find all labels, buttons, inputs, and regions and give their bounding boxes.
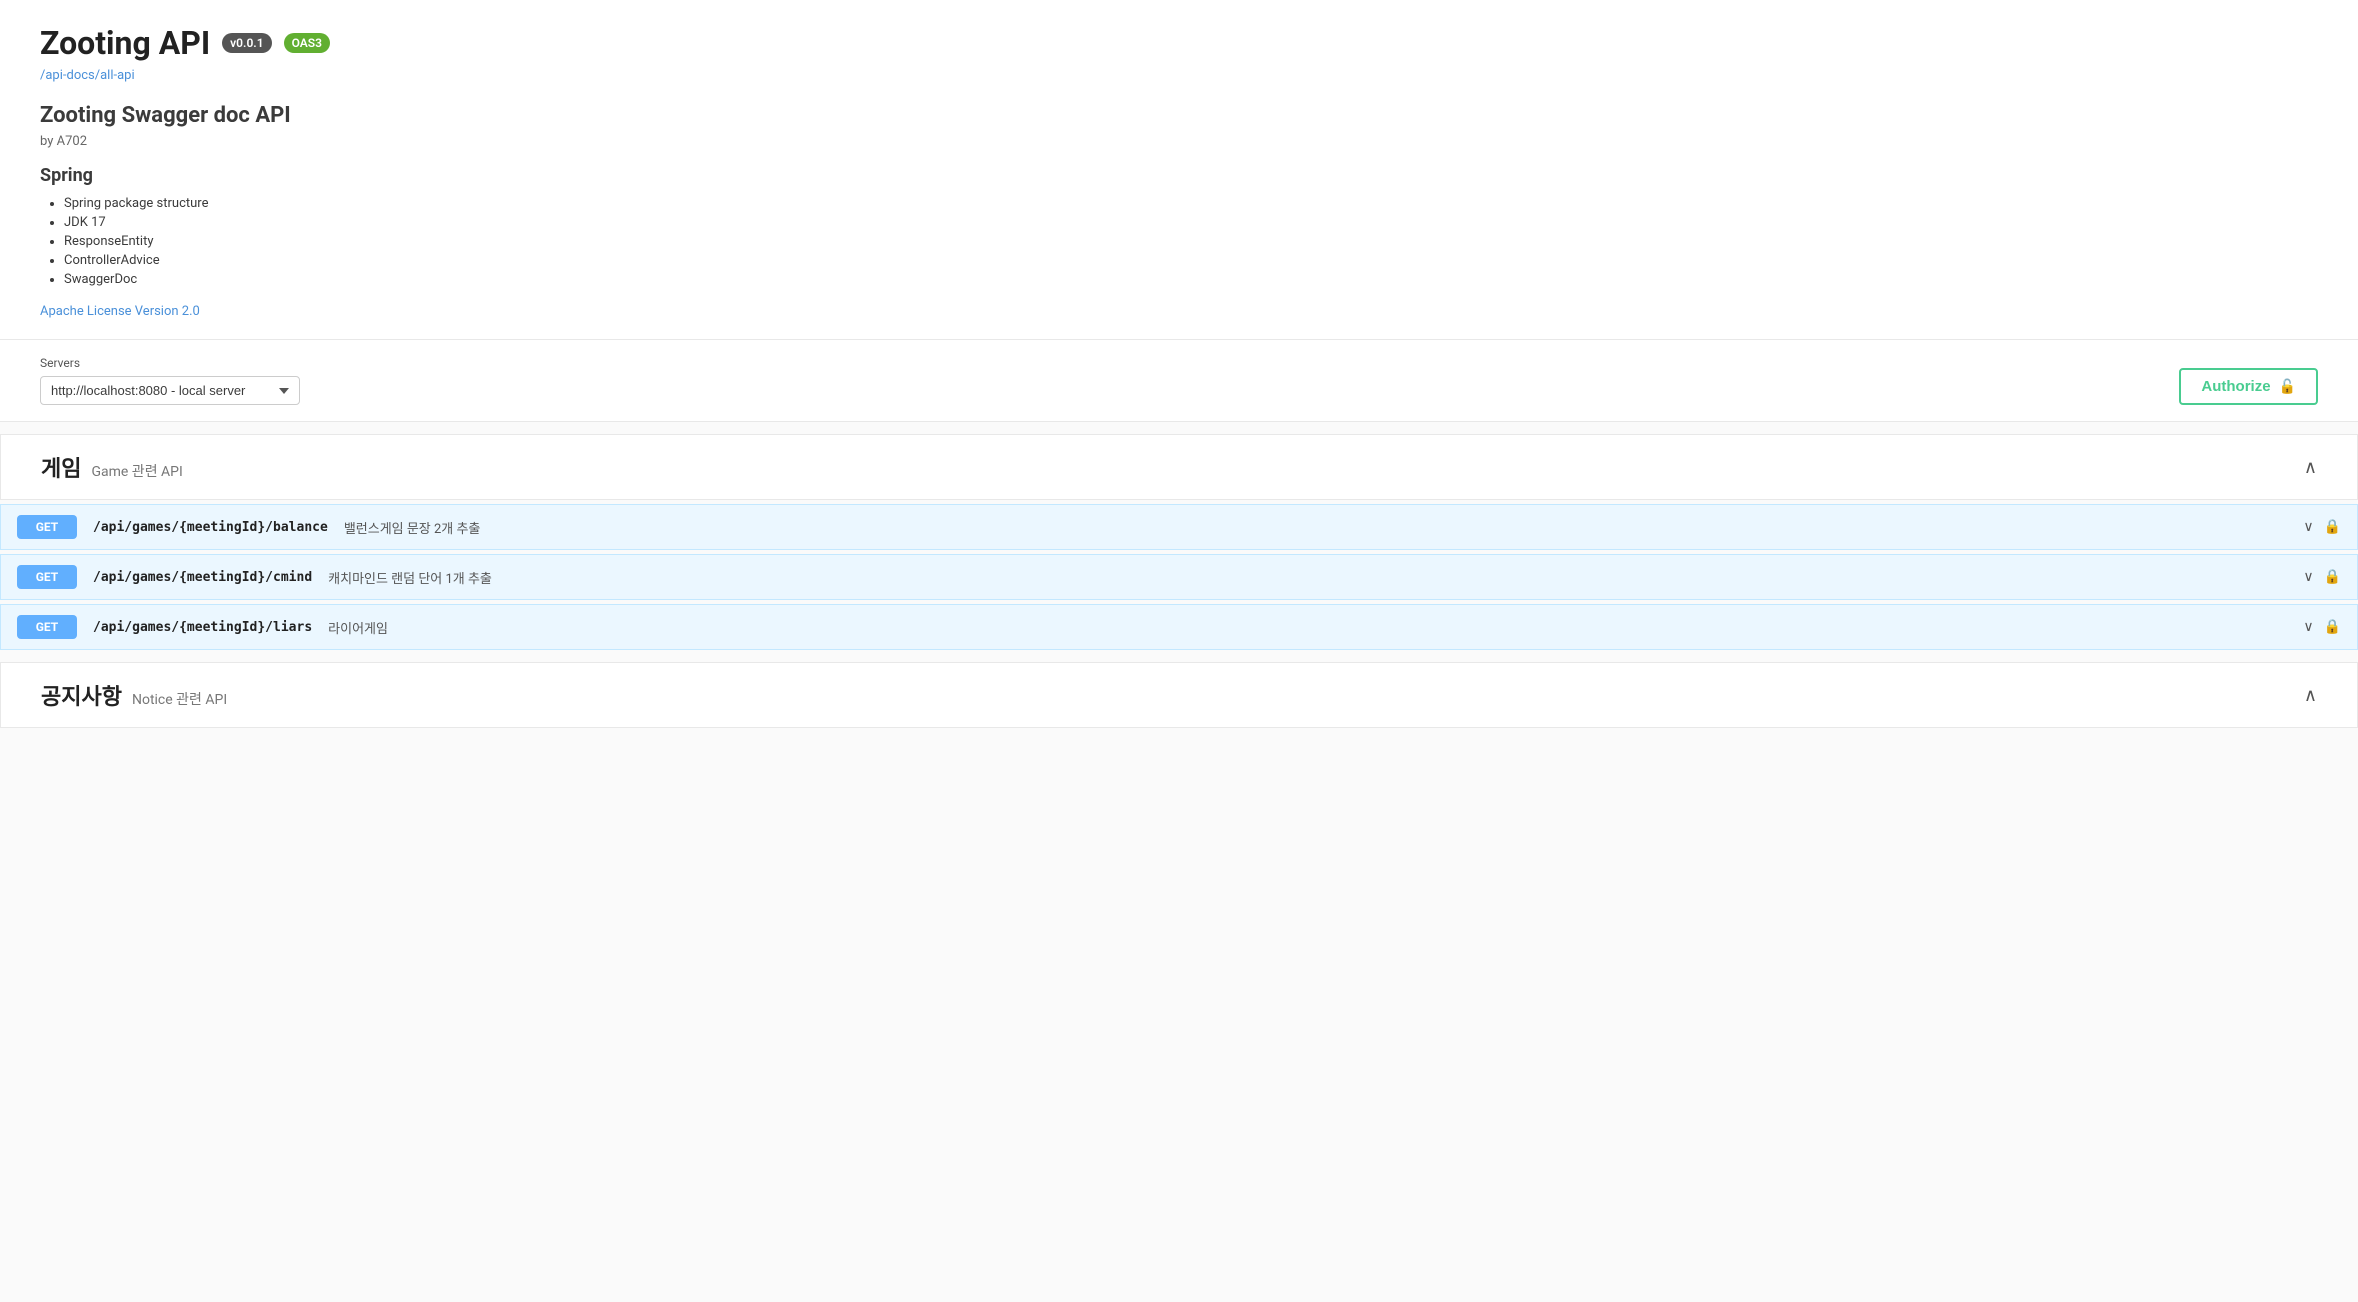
section-title-notice: 공지사항 Notice 관련 API — [41, 679, 227, 711]
authorize-button[interactable]: Authorize 🔓 — [2179, 368, 2318, 405]
authorize-label: Authorize — [2201, 378, 2270, 395]
endpoint-path: /api/games/{meetingId}/cmind — [93, 570, 312, 585]
method-badge: GET — [17, 565, 77, 589]
endpoint-lock-icon: 🔒 — [2324, 519, 2341, 535]
endpoint-lock-icon: 🔒 — [2324, 619, 2341, 635]
endpoint-row[interactable]: GET /api/games/{meetingId}/cmind 캐치마인드 랜… — [0, 554, 2358, 600]
endpoint-lock-icon: 🔒 — [2324, 569, 2341, 585]
endpoint-path: /api/games/{meetingId}/balance — [93, 520, 328, 535]
endpoint-chevron-icon: ∨ — [2303, 569, 2313, 585]
endpoint-actions: ∨ 🔒 — [2303, 519, 2341, 535]
spring-list-item: Spring package structure — [64, 196, 2318, 211]
oas3-badge: OAS3 — [284, 33, 330, 53]
endpoint-chevron-icon: ∨ — [2303, 519, 2313, 535]
api-title: Zooting API — [40, 24, 210, 62]
section-notice: 공지사항 Notice 관련 API ∧ — [0, 662, 2358, 728]
section-title-kr-notice: 공지사항 — [41, 679, 122, 711]
chevron-icon-notice: ∧ — [2304, 685, 2317, 706]
endpoint-row[interactable]: GET /api/games/{meetingId}/liars 라이어게임 ∨… — [0, 604, 2358, 650]
api-url-link[interactable]: /api-docs/all-api — [40, 68, 2318, 83]
section-game: 게임 Game 관련 API ∧ GET /api/games/{meeting… — [0, 434, 2358, 650]
spring-title: Spring — [40, 165, 2318, 186]
chevron-icon-game: ∧ — [2304, 457, 2317, 478]
endpoint-actions: ∨ 🔒 — [2303, 569, 2341, 585]
spring-list-item: SwaggerDoc — [64, 272, 2318, 287]
method-badge: GET — [17, 615, 77, 639]
endpoint-row[interactable]: GET /api/games/{meetingId}/balance 밸런스게임… — [0, 504, 2358, 550]
spring-list-item: ResponseEntity — [64, 234, 2318, 249]
method-badge: GET — [17, 515, 77, 539]
api-sections: 게임 Game 관련 API ∧ GET /api/games/{meeting… — [0, 434, 2358, 728]
section-title-kr-game: 게임 — [41, 451, 81, 483]
version-badge: v0.0.1 — [222, 33, 271, 53]
spring-list: Spring package structure JDK 17 ResponseEn… — [40, 196, 2318, 287]
section-header-game[interactable]: 게임 Game 관련 API ∧ — [0, 434, 2358, 500]
section-title-game: 게임 Game 관련 API — [41, 451, 183, 483]
spring-list-item: JDK 17 — [64, 215, 2318, 230]
server-select[interactable]: http://localhost:8080 - local server — [40, 376, 300, 405]
endpoint-description: 라이어게임 — [328, 618, 388, 637]
servers-section: Servers http://localhost:8080 - local se… — [40, 356, 300, 405]
section-header-notice[interactable]: 공지사항 Notice 관련 API ∧ — [0, 662, 2358, 728]
api-description-title: Zooting Swagger doc API — [40, 103, 2318, 128]
endpoint-chevron-icon: ∨ — [2303, 619, 2313, 635]
api-header: Zooting API v0.0.1 OAS3 /api-docs/all-ap… — [0, 0, 2358, 340]
endpoint-description: 밸런스게임 문장 2개 추출 — [344, 518, 481, 537]
license-link[interactable]: Apache License Version 2.0 — [40, 304, 200, 319]
endpoint-actions: ∨ 🔒 — [2303, 619, 2341, 635]
api-title-row: Zooting API v0.0.1 OAS3 — [40, 24, 2318, 62]
section-title-en-game: Game 관련 API — [91, 461, 182, 481]
spring-list-item: ControllerAdvice — [64, 253, 2318, 268]
servers-bar: Servers http://localhost:8080 - local se… — [0, 340, 2358, 422]
api-by: by A702 — [40, 134, 2318, 149]
endpoint-path: /api/games/{meetingId}/liars — [93, 620, 312, 635]
servers-label: Servers — [40, 356, 300, 370]
endpoint-description: 캐치마인드 랜덤 단어 1개 추출 — [328, 568, 492, 587]
lock-icon: 🔓 — [2279, 378, 2296, 395]
section-title-en-notice: Notice 관련 API — [132, 689, 227, 709]
